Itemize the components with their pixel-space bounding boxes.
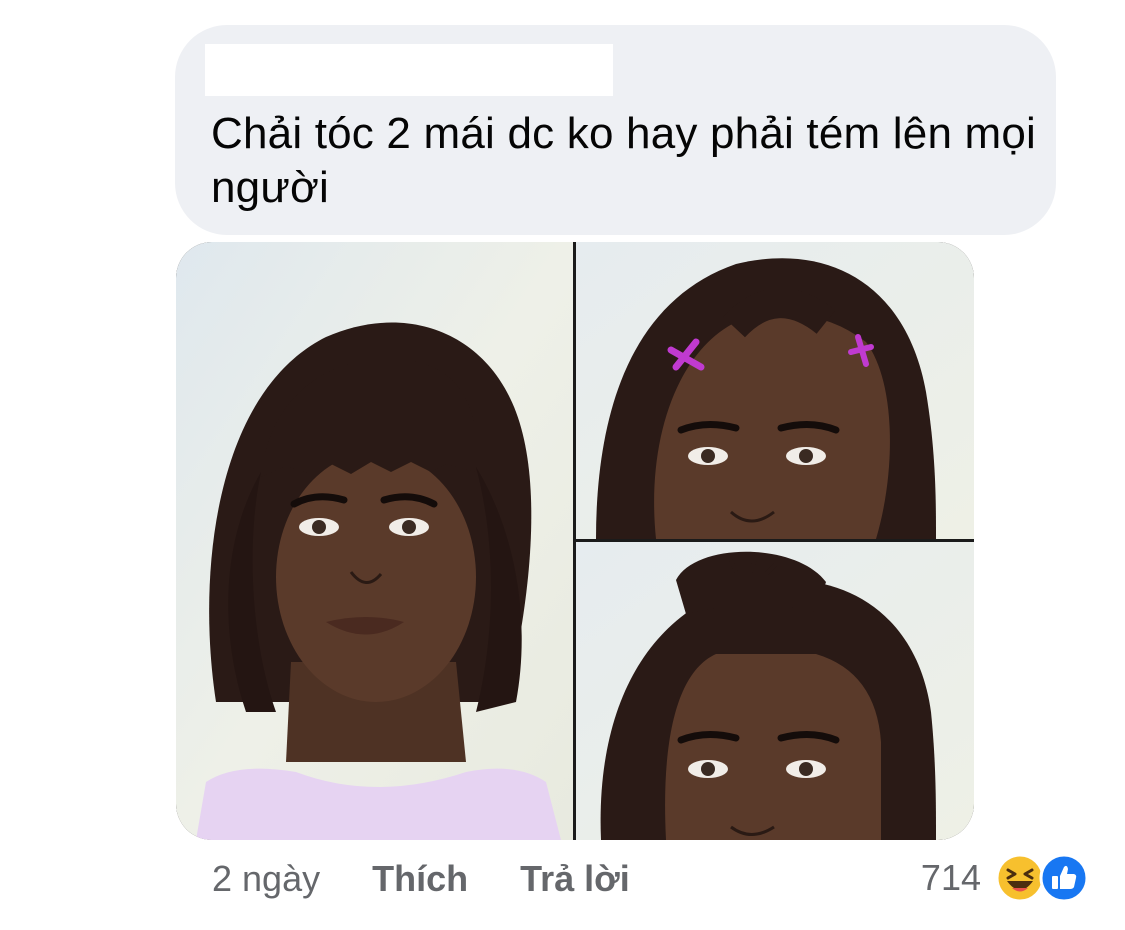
comment-image-attachment[interactable] bbox=[176, 242, 974, 840]
comment-text: Chải tóc 2 mái dc ko hay phải tém lên mọ… bbox=[211, 109, 1037, 212]
reaction-count: 714 bbox=[920, 857, 981, 898]
redacted-commenter-name bbox=[205, 44, 613, 96]
like-button[interactable]: Thích bbox=[372, 858, 468, 900]
comment-actions: 2 ngày Thích Trả lời bbox=[212, 856, 682, 902]
like-icon bbox=[1039, 853, 1089, 903]
panel-side-clips bbox=[576, 242, 974, 539]
haha-icon bbox=[995, 853, 1045, 903]
comment-timestamp[interactable]: 2 ngày bbox=[212, 858, 320, 900]
reaction-summary[interactable]: 714 bbox=[921, 852, 1089, 904]
panel-pompadour bbox=[576, 542, 974, 840]
hairstyle-illustration bbox=[176, 242, 974, 840]
panel-bangs-bob bbox=[176, 242, 573, 840]
reply-button[interactable]: Trả lời bbox=[520, 858, 630, 900]
comment-bubble: Chải tóc 2 mái dc ko hay phải tém lên mọ… bbox=[175, 25, 1056, 235]
